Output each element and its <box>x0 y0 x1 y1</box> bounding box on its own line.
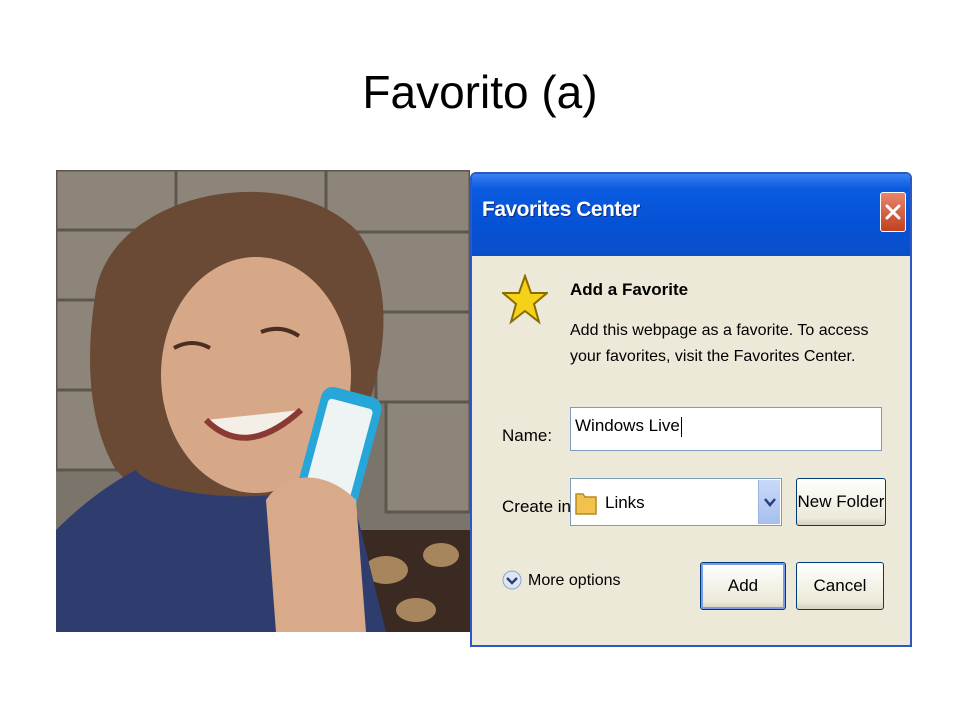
expand-circle-icon <box>502 570 522 590</box>
dialog-body: Add a Favorite Add this webpage as a fav… <box>472 256 910 645</box>
slide-title: Favorito (a) <box>362 66 598 118</box>
create-in-label: Create in: <box>502 497 576 516</box>
name-label: Name: <box>502 426 553 445</box>
add-button[interactable]: Add <box>700 562 786 610</box>
more-options-label: More options <box>528 572 621 589</box>
close-icon <box>885 204 901 220</box>
close-button[interactable] <box>880 192 906 232</box>
name-field[interactable]: Windows Live <box>570 407 882 451</box>
create-in-dropdown[interactable]: Links <box>570 478 782 526</box>
star-icon <box>502 274 548 325</box>
photo-illustration <box>56 170 470 632</box>
chevron-down-icon <box>764 498 776 507</box>
dropdown-arrow-button[interactable] <box>758 480 780 524</box>
new-folder-button[interactable]: New Folder <box>796 478 886 526</box>
cancel-button[interactable]: Cancel <box>796 562 884 610</box>
photo-woman-with-phone <box>56 170 470 632</box>
dialog-heading: Add a Favorite <box>570 280 689 299</box>
text-caret <box>680 416 682 437</box>
create-in-value: Links <box>605 493 645 512</box>
dialog-titlebar[interactable]: Favorites Center <box>472 174 910 256</box>
dialog-title: Favorites Center <box>482 198 640 221</box>
folder-icon <box>575 493 597 515</box>
dialog-description: Add this webpage as a favorite. To acces… <box>570 322 869 365</box>
favorites-center-dialog: Favorites Center Add a Favorite Add this… <box>470 172 912 647</box>
name-field-value: Windows Live <box>575 416 680 435</box>
